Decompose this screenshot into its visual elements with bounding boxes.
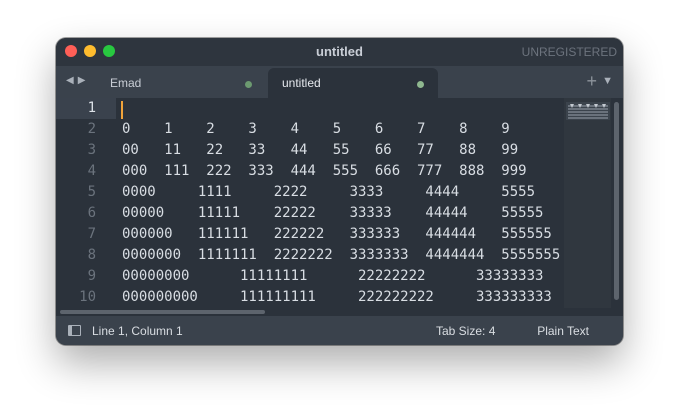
tab-size-selector[interactable]: Tab Size: 4	[436, 324, 495, 338]
line-number: 9	[87, 268, 96, 284]
tab-untitled[interactable]: untitled	[268, 68, 438, 98]
code-line[interactable]: 00000 11111 22222 33333 44444 55555	[122, 205, 543, 221]
line-number: 10	[79, 289, 96, 305]
line-number: 8	[87, 247, 96, 263]
text-caret	[121, 101, 123, 119]
line-number: 7	[87, 226, 96, 242]
line-number: 1	[87, 100, 96, 116]
modified-dot-icon[interactable]	[245, 81, 252, 88]
tab-label: Emad	[110, 76, 142, 90]
status-bar: Line 1, Column 1 Tab Size: 4 Plain Text	[56, 316, 623, 345]
new-tab-plus-icon[interactable]: +	[586, 71, 597, 92]
tab-navigation: ◀▶	[66, 75, 89, 86]
vertical-scrollbar[interactable]	[614, 102, 619, 300]
code-line[interactable]: 0 1 2 3 4 5 6 7 8 9	[122, 121, 510, 137]
registration-status: UNREGISTERED	[521, 45, 617, 59]
sidebar-toggle-icon[interactable]	[68, 325, 81, 336]
minimap-preview	[566, 102, 610, 120]
line-number: 6	[87, 205, 96, 221]
tab-menu-chevron-icon[interactable]: ▼	[602, 75, 613, 87]
syntax-selector[interactable]: Plain Text	[537, 324, 589, 338]
code-line[interactable]: 000000 111111 222222 333333 444444 55555…	[122, 226, 552, 242]
code-line[interactable]: 00000000 11111111 22222222 33333333	[122, 268, 543, 284]
back-arrow-icon[interactable]: ◀	[66, 75, 78, 86]
code-line[interactable]: 000 111 222 333 444 555 666 777 888 999	[122, 163, 527, 179]
title-bar[interactable]: untitled UNREGISTERED	[56, 38, 623, 66]
tab-bar: ◀▶ Emad untitled + ▼	[56, 66, 623, 98]
code-line[interactable]: 000000000 111111111 222222222 333333333	[122, 289, 552, 305]
cursor-position[interactable]: Line 1, Column 1	[92, 324, 183, 338]
minimap[interactable]	[564, 98, 611, 308]
editor-area[interactable]: 1 2 3 4 5 6 7 8 9 10 0 1 2 3 4 5 6 7 8 9…	[56, 98, 623, 316]
modified-dot-icon[interactable]	[417, 81, 424, 88]
code-line[interactable]: 00 11 22 33 44 55 66 77 88 99	[122, 142, 518, 158]
line-number-gutter[interactable]: 1 2 3 4 5 6 7 8 9 10	[56, 98, 112, 308]
code-line[interactable]: 0000 1111 2222 3333 4444 5555	[122, 184, 535, 200]
tab-label: untitled	[282, 76, 321, 90]
tab-emad[interactable]: Emad	[94, 68, 266, 98]
line-number: 4	[87, 163, 96, 179]
text-buffer[interactable]: 0 1 2 3 4 5 6 7 8 9 00 11 22 33 44 55 66…	[122, 98, 564, 308]
horizontal-scrollbar-thumb[interactable]	[60, 310, 265, 314]
code-line[interactable]: 0000000 1111111 2222222 3333333 4444444 …	[122, 247, 560, 263]
line-number: 5	[87, 184, 96, 200]
line-number: 2	[87, 121, 96, 137]
editor-window: untitled UNREGISTERED ◀▶ Emad untitled +…	[56, 38, 623, 345]
line-number: 3	[87, 142, 96, 158]
forward-arrow-icon[interactable]: ▶	[78, 75, 90, 86]
horizontal-scrollbar-track[interactable]	[56, 308, 616, 316]
